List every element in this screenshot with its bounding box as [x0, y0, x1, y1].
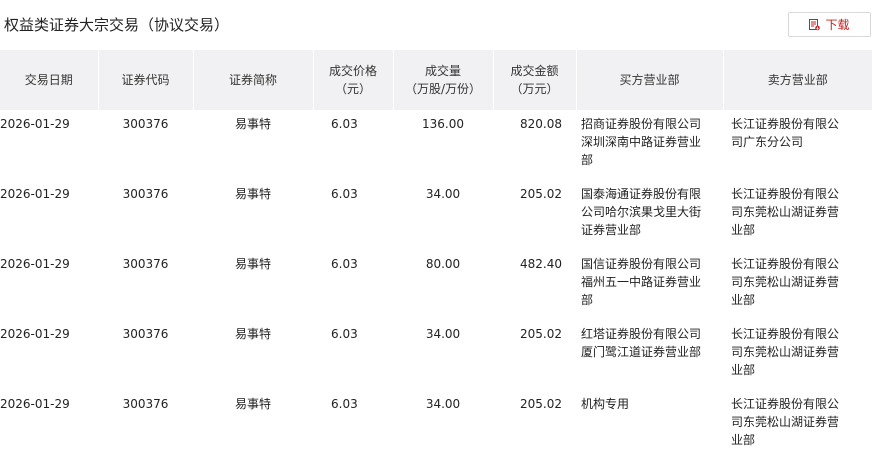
cell-security-code: 300376	[122, 257, 169, 271]
cell-seller-branch: 长江证券股份有限公司东莞松山湖证券营业部	[731, 397, 840, 447]
cell-security-name: 易事特	[234, 257, 271, 271]
header-trade-date: 交易日期	[0, 50, 99, 110]
block-trade-table: 交易日期 证券代码 证券简称 成交价格 （元） 成交量 （万股/万份） 成交金额 （万元） 买方营…	[0, 50, 872, 460]
cell-security-code: 300376	[122, 327, 169, 341]
header-amount: 成交金额 （万元）	[493, 50, 577, 110]
cell-security-name: 易事特	[234, 327, 271, 341]
table-row: 2026-01-29 300376 易事特 6.03 34.00 205.02 国泰海通证券…	[0, 180, 872, 250]
cell-price: 6.03	[331, 397, 358, 411]
cell-seller-branch: 长江证券股份有限公司东莞松山湖证券营业部	[731, 187, 840, 237]
cell-trade-date: 2026-01-29	[0, 187, 70, 201]
cell-security-code: 300376	[122, 187, 169, 201]
cell-price: 6.03	[331, 327, 358, 341]
cell-buyer-branch: 招商证券股份有限公司深圳深南中路证券营业部	[581, 117, 702, 167]
cell-trade-date: 2026-01-29	[0, 397, 70, 411]
page-title: 权益类证券大宗交易（协议交易）	[4, 16, 230, 34]
cell-seller-branch: 长江证券股份有限公司东莞松山湖证券营业部	[731, 327, 840, 377]
cell-trade-date: 2026-01-29	[0, 327, 70, 341]
cell-amount: 205.02	[520, 327, 562, 341]
cell-trade-date: 2026-01-29	[0, 117, 70, 131]
download-label: 下载	[825, 18, 850, 32]
cell-amount: 820.08	[520, 117, 562, 131]
cell-security-code: 300376	[122, 117, 169, 131]
cell-seller-branch: 长江证券股份有限公司广东分公司	[731, 117, 840, 149]
header-seller-branch: 卖方营业部	[723, 50, 872, 110]
cell-buyer-branch: 机构专用	[581, 397, 630, 411]
cell-volume: 80.00	[425, 257, 461, 271]
table-row: 2026-01-29 300376 易事特 6.03 34.00 205.02 机构专用 长江…	[0, 390, 872, 460]
table-row: 2026-01-29 300376 易事特 6.03 34.00 205.02 红塔证券股份…	[0, 320, 872, 390]
download-icon	[809, 18, 821, 31]
cell-buyer-branch: 红塔证券股份有限公司厦门鹭江道证券营业部	[581, 327, 702, 359]
table-body: 2026-01-29 300376 易事特 6.03 136.00 820.08 招商证券股…	[0, 110, 872, 460]
cell-amount: 205.02	[520, 187, 562, 201]
cell-buyer-branch: 国泰海通证券股份有限公司哈尔滨果戈里大街证券营业部	[581, 187, 702, 237]
cell-price: 6.03	[331, 257, 358, 271]
header-price: 成交价格 （元）	[313, 50, 394, 110]
cell-buyer-branch: 国信证券股份有限公司福州五一中路证券营业部	[581, 257, 702, 307]
cell-seller-branch: 长江证券股份有限公司东莞松山湖证券营业部	[731, 257, 840, 307]
cell-security-name: 易事特	[234, 117, 271, 131]
header-security-name: 证券简称	[193, 50, 314, 110]
header-security-code: 证券代码	[98, 50, 194, 110]
cell-price: 6.03	[331, 187, 358, 201]
cell-volume: 136.00	[422, 117, 464, 131]
table-row: 2026-01-29 300376 易事特 6.03 136.00 820.08 招商证券股…	[0, 110, 872, 180]
cell-volume: 34.00	[425, 327, 461, 341]
cell-security-name: 易事特	[234, 397, 271, 411]
cell-volume: 34.00	[425, 397, 461, 411]
header-buyer-branch: 买方营业部	[576, 50, 724, 110]
table-row: 2026-01-29 300376 易事特 6.03 80.00 482.40 国信证券股份…	[0, 250, 872, 320]
header-volume: 成交量 （万股/万份）	[393, 50, 494, 110]
cell-amount: 205.02	[520, 397, 562, 411]
table-header-row: 交易日期 证券代码 证券简称 成交价格 （元） 成交量 （万股/万份） 成交金额 （万元） 买方营…	[0, 50, 872, 110]
cell-security-code: 300376	[122, 397, 169, 411]
cell-amount: 482.40	[520, 257, 562, 271]
cell-security-name: 易事特	[234, 187, 271, 201]
download-button[interactable]: 下载	[788, 12, 871, 37]
cell-volume: 34.00	[425, 187, 461, 201]
cell-price: 6.03	[331, 117, 358, 131]
cell-trade-date: 2026-01-29	[0, 257, 70, 271]
